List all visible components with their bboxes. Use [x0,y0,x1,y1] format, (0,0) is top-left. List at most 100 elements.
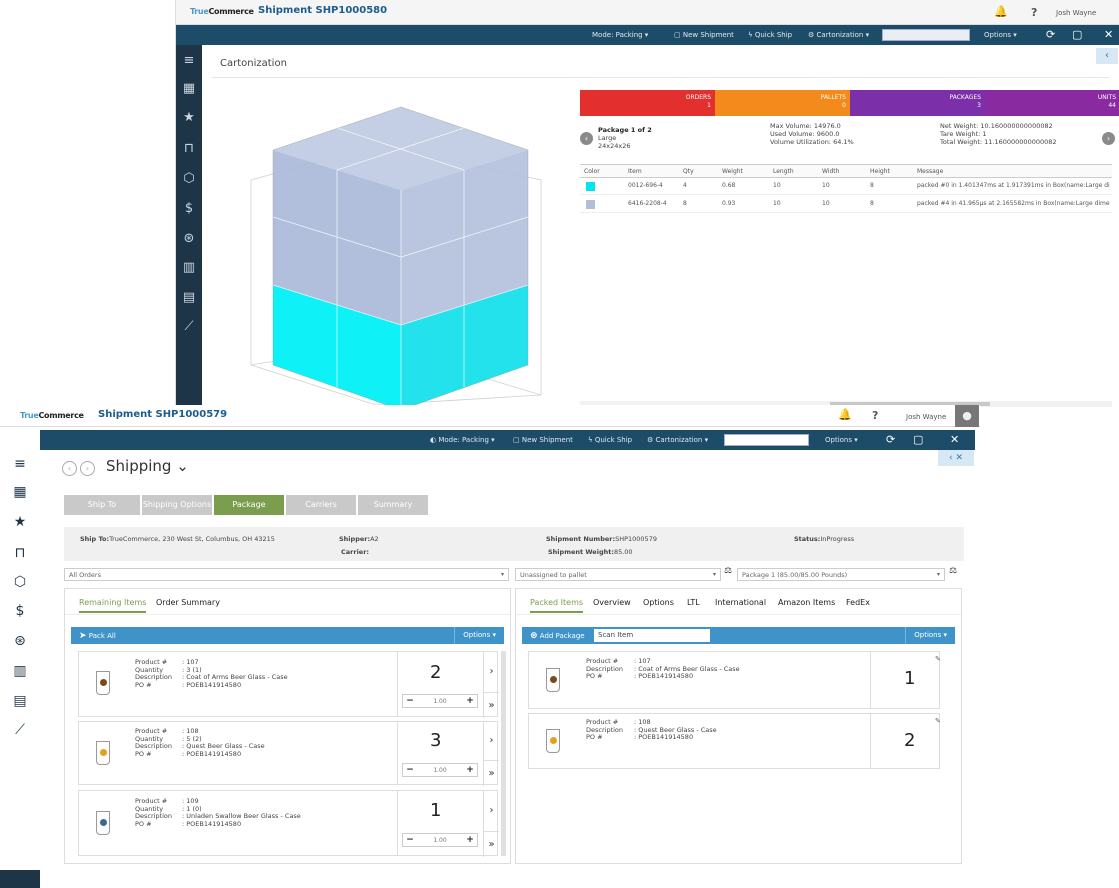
refresh-icon[interactable]: ⟳ [1046,28,1055,41]
document-icon[interactable]: ▢ [1072,28,1082,41]
tab-options[interactable]: Options [643,598,674,607]
package-select[interactable]: Package 1 (85.00/85.00 Pounds) ▾ [737,568,945,581]
truecommerce-logo[interactable]: TrueCommerce [190,7,254,16]
user-name[interactable]: Josh Wayne [1056,9,1096,17]
bell-icon[interactable]: 🔔 [994,5,1008,18]
increment-button[interactable]: + [464,834,476,846]
col-qty[interactable]: Qty [683,168,694,175]
tab-international[interactable]: International [715,598,766,607]
col-color[interactable]: Color [584,168,600,175]
quick-ship-button[interactable]: ϟ Quick Ship [588,436,632,444]
pallet-scale-icon[interactable]: ⚖ [721,566,735,580]
pack-all-qty-button[interactable]: » [483,760,499,786]
increment-button[interactable]: + [464,695,476,707]
col-width[interactable]: Width [822,168,839,175]
col-height[interactable]: Height [870,168,890,175]
apps-icon[interactable]: ▦ [176,81,202,96]
quantity-stepper[interactable]: −1.00 + [402,694,478,708]
pack-one-button[interactable]: › [483,791,499,831]
cartonization-menu[interactable]: ⚙ Cartonization ▾ [647,436,708,444]
tab-ltl[interactable]: LTL [687,598,700,607]
toolbar-search-input[interactable] [882,29,970,41]
dollar-icon[interactable]: $ [176,201,202,216]
prev-package-button[interactable]: ‹ [580,132,593,145]
col-item[interactable]: Item [628,168,642,175]
col-length[interactable]: Length [773,168,794,175]
options-dropdown[interactable]: Options ▾ [905,627,955,644]
line-chart-icon[interactable]: ⟋ [0,722,40,738]
orders-filter-select[interactable]: All Orders ▾ [64,568,509,581]
bell-icon[interactable]: 🔔 [838,408,852,421]
edit-icon[interactable]: ✎ [935,717,941,725]
mode-packing-button[interactable]: ◐ Mode: Packing ▾ [430,436,495,444]
avatar[interactable]: ● [955,405,979,427]
apps-icon[interactable]: ▦ [0,484,40,500]
step-ship-to[interactable]: Ship To [64,495,140,515]
increment-button[interactable]: + [464,764,476,776]
refresh-icon[interactable]: ⟳ [886,433,895,446]
step-carriers[interactable]: Carriers [286,495,356,515]
menu-icon[interactable]: ≡ [176,53,202,68]
package-icon[interactable]: ⊛ [176,231,202,246]
mode-packing-button[interactable]: Mode: Packing ▾ [592,31,648,39]
options-menu[interactable]: Options ▾ [984,31,1017,39]
pallet-select[interactable]: Unassigned to pallet ▾ [515,568,721,581]
stat-orders[interactable]: ORDERS 1 [580,90,715,116]
edit-icon[interactable]: ✎ [935,655,941,663]
toolbar-search-input[interactable] [724,434,809,446]
add-package-button[interactable]: ⊛ Add Package [530,631,585,641]
stat-packages[interactable]: PACKAGES 3 [850,90,985,116]
expand-icon[interactable]: ✕ [1104,28,1113,41]
tab-overview[interactable]: Overview [593,598,631,607]
decrement-button[interactable]: − [404,695,416,707]
carton-3d-view[interactable] [246,95,546,410]
col-weight[interactable]: Weight [722,168,743,175]
quick-ship-button[interactable]: ϟ Quick Ship [748,31,792,39]
col-message[interactable]: Message [917,168,943,175]
quantity-stepper[interactable]: −1.00 + [402,763,478,777]
document-icon[interactable]: ▢ [913,433,923,446]
tab-amazon-items[interactable]: Amazon Items [778,598,835,607]
next-package-button[interactable]: › [1102,132,1115,145]
help-icon[interactable]: ? [1031,6,1037,19]
decrement-button[interactable]: − [404,834,416,846]
tab-packed-items[interactable]: Packed Items [530,598,584,613]
line-chart-icon[interactable]: ⟋ [176,319,202,334]
cart-icon[interactable]: ⊓ [176,141,202,156]
cartonization-menu[interactable]: ⚙ Cartonization ▾ [808,31,869,39]
new-shipment-button[interactable]: ▢ New Shipment [674,31,734,39]
quantity-stepper[interactable]: −1.00 + [402,833,478,847]
back-nav-button[interactable]: ‹ [62,461,77,476]
collapse-panel-button[interactable]: ‹ ✕ [938,450,974,466]
package-scale-icon[interactable]: ⚖ [946,566,960,580]
table-icon[interactable]: ▤ [0,693,40,709]
step-package[interactable]: Package [214,495,284,515]
step-summary[interactable]: Summary [358,495,428,515]
new-shipment-button[interactable]: ▢ New Shipment [513,436,573,444]
scan-item-input[interactable]: Scan Item [594,629,710,642]
gear-icon[interactable]: ⬡ [176,171,202,186]
cart-icon[interactable]: ⊓ [0,545,40,561]
decrement-button[interactable]: − [404,764,416,776]
star-icon[interactable]: ★ [176,110,202,125]
dollar-icon[interactable]: $ [0,603,40,619]
pack-one-button[interactable]: › [483,722,499,760]
tab-remaining-items[interactable]: Remaining Items [79,598,147,613]
bar-chart-icon[interactable]: ▥ [0,663,40,679]
pack-all-button[interactable]: ➤ Pack All [79,631,116,641]
expand-icon[interactable]: ✕ [950,433,959,446]
collapse-panel-button[interactable]: ‹ [1096,48,1118,64]
table-row[interactable]: 6416-2208-4 8 0.93 10 10 8 packed #4 in … [580,197,1112,213]
bar-chart-icon[interactable]: ▥ [176,260,202,275]
stat-pallets[interactable]: PALLETS 0 [715,90,850,116]
step-shipping-options[interactable]: Shipping Options [142,495,212,515]
tab-fedex[interactable]: FedEx [846,598,870,607]
pack-all-qty-button[interactable]: » [483,692,499,718]
stat-units[interactable]: UNITS 44 [985,90,1119,116]
user-name[interactable]: Josh Wayne [906,413,946,421]
pack-one-button[interactable]: › [483,652,499,692]
tab-order-summary[interactable]: Order Summary [156,598,220,607]
pack-all-qty-button[interactable]: » [483,831,499,857]
help-icon[interactable]: ? [872,409,878,422]
menu-icon[interactable]: ≡ [0,456,40,472]
